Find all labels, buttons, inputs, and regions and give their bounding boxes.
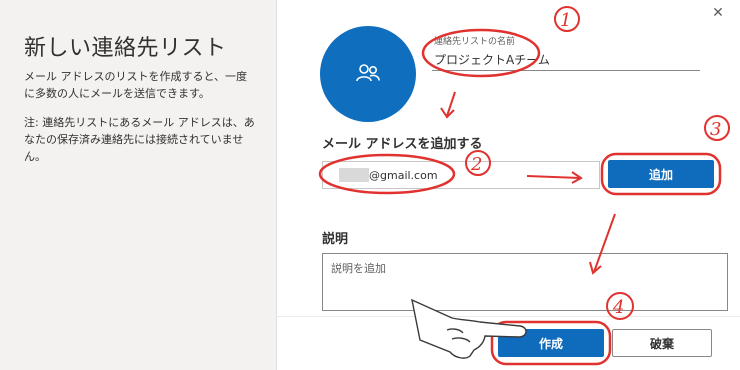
list-name-input[interactable] — [432, 48, 700, 71]
list-name-label: 連絡先リストの名前 — [434, 37, 516, 47]
add-email-heading: メール アドレスを追加する — [322, 137, 483, 152]
email-field-container[interactable] — [322, 161, 600, 189]
add-button[interactable]: 追加 — [608, 160, 714, 188]
people-icon — [356, 64, 380, 82]
close-icon[interactable]: ✕ — [710, 5, 726, 21]
annotation-badge-1 — [554, 6, 580, 32]
dialog-description: メール アドレスのリストを作成すると、一度に多数の人にメールを送信できます。 — [24, 70, 248, 100]
description-heading: 説明 — [322, 232, 349, 247]
redacted-email-user — [339, 168, 369, 182]
annotation-arrow-1 — [446, 91, 456, 117]
footer-divider — [277, 316, 740, 317]
dialog-title: 新しい連絡先リスト — [24, 36, 227, 61]
create-button[interactable]: 作成 — [498, 329, 604, 357]
left-info-panel: 新しい連絡先リスト メール アドレスのリストを作成すると、一度に多数の人にメール… — [0, 0, 277, 370]
email-input[interactable] — [369, 164, 589, 186]
annotation-number-3: 3 — [710, 119, 721, 140]
dialog-note: 注: 連絡先リストにあるメール アドレスは、あなたの保存済み連絡先には接続されて… — [24, 116, 255, 163]
annotation-badge-3 — [704, 115, 730, 141]
annotation-number-1: 1 — [560, 10, 571, 31]
contact-list-avatar — [320, 26, 416, 122]
description-textarea[interactable] — [322, 253, 728, 311]
discard-button[interactable]: 破棄 — [612, 329, 712, 357]
